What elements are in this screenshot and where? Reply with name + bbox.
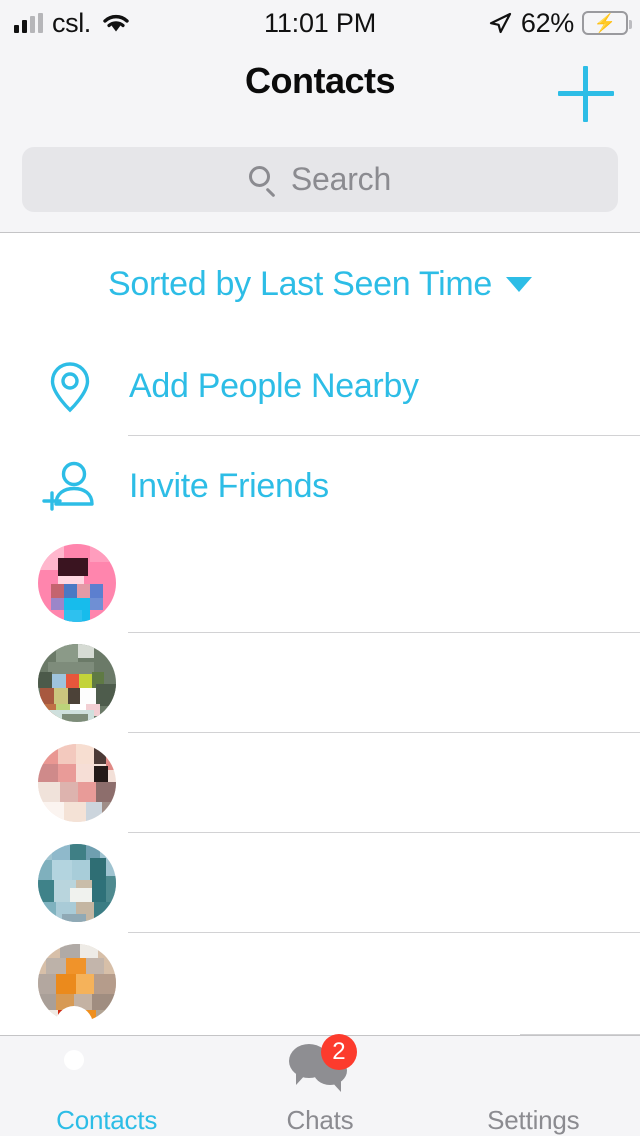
tab-bar: Contacts 2 Chats Settings: [0, 1006, 640, 1136]
search-input[interactable]: Search: [22, 147, 618, 212]
tab-chats-label: Chats: [286, 1105, 354, 1135]
location-arrow-icon: [489, 12, 511, 34]
navigation-header: Contacts Search: [0, 46, 640, 233]
tab-contacts-label: Contacts: [56, 1105, 158, 1135]
invite-friends-label: Invite Friends: [129, 466, 329, 505]
chat-bubbles-icon: 2: [287, 1034, 357, 1099]
map-pin-icon: [38, 354, 102, 418]
table-row[interactable]: [0, 733, 640, 833]
tab-settings[interactable]: Settings: [427, 1036, 640, 1136]
table-row[interactable]: [0, 933, 640, 1035]
table-row[interactable]: [0, 833, 640, 933]
search-placeholder: Search: [290, 161, 392, 197]
search-icon: [248, 165, 277, 197]
charging-bolt-icon: ⚡: [593, 13, 617, 33]
add-people-nearby-row[interactable]: Add People Nearby: [0, 336, 640, 436]
battery-percent-label: 62%: [520, 7, 574, 38]
gear-icon: [500, 1036, 566, 1099]
page-title: Contacts: [244, 60, 396, 101]
table-row[interactable]: [0, 533, 640, 633]
avatar: [38, 844, 116, 922]
add-contact-button[interactable]: [558, 66, 614, 122]
status-bar-right: 62% ⚡: [487, 7, 632, 39]
person-plus-icon: [38, 454, 102, 518]
status-badge: 2: [320, 1034, 357, 1070]
sort-label: Sorted by Last Seen Time: [107, 265, 493, 303]
person-circle-icon: [54, 1006, 140, 1099]
tab-settings-label: Settings: [487, 1105, 580, 1135]
avatar: [38, 744, 116, 822]
tab-contacts[interactable]: Contacts: [0, 1006, 213, 1136]
add-people-nearby-label: Add People Nearby: [129, 366, 419, 405]
tab-chats[interactable]: 2 Chats: [213, 1034, 426, 1136]
sort-selector[interactable]: Sorted by Last Seen Time: [0, 233, 640, 336]
avatar: [38, 544, 116, 622]
battery-icon: ⚡: [582, 11, 632, 35]
invite-friends-row[interactable]: Invite Friends: [0, 436, 640, 536]
contacts-screen: csl. 11:01 PM 62% ⚡ Contacts Search Sort…: [0, 0, 640, 1136]
status-bar: csl. 11:01 PM 62% ⚡: [0, 0, 640, 46]
table-row[interactable]: [0, 633, 640, 733]
chevron-down-icon: [506, 277, 533, 292]
avatar: [38, 644, 116, 722]
